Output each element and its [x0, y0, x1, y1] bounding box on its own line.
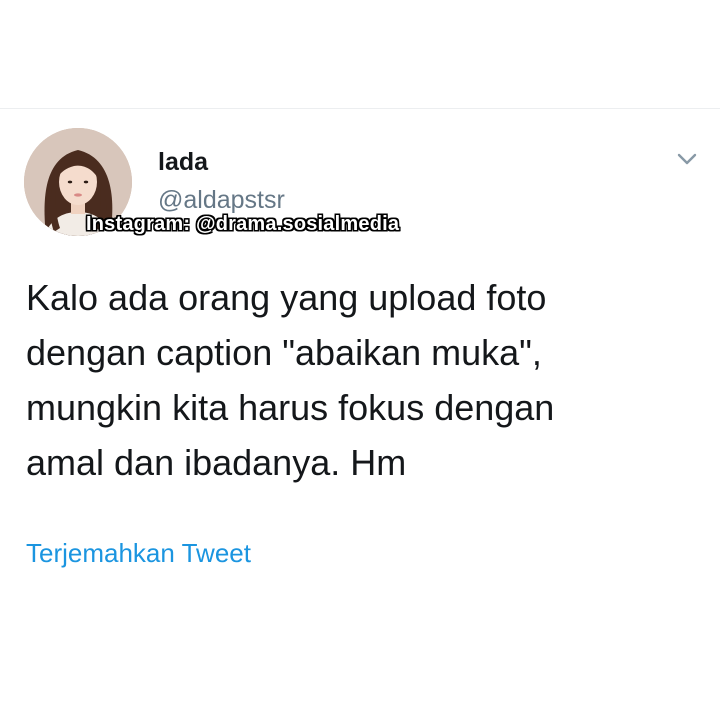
chevron-down-icon[interactable] [674, 146, 700, 172]
tweet-text-line: dengan caption "abaikan muka", [26, 332, 542, 373]
translate-tweet-link[interactable]: Terjemahkan Tweet [26, 538, 251, 569]
tweet-text-line: mungkin kita harus fokus dengan [26, 387, 555, 428]
display-name[interactable]: lada [158, 148, 208, 177]
tweet-text-line: amal dan ibadanya. Hm [26, 442, 407, 483]
top-divider [0, 108, 720, 109]
watermark-text: Instagram: @drama.sosialmedia [86, 213, 400, 235]
tweet-text-line: Kalo ada orang yang upload foto [26, 277, 547, 318]
user-handle[interactable]: @aldapstsr [158, 186, 285, 215]
tweet-text: Kalo ada orang yang upload foto dengan c… [26, 270, 706, 490]
